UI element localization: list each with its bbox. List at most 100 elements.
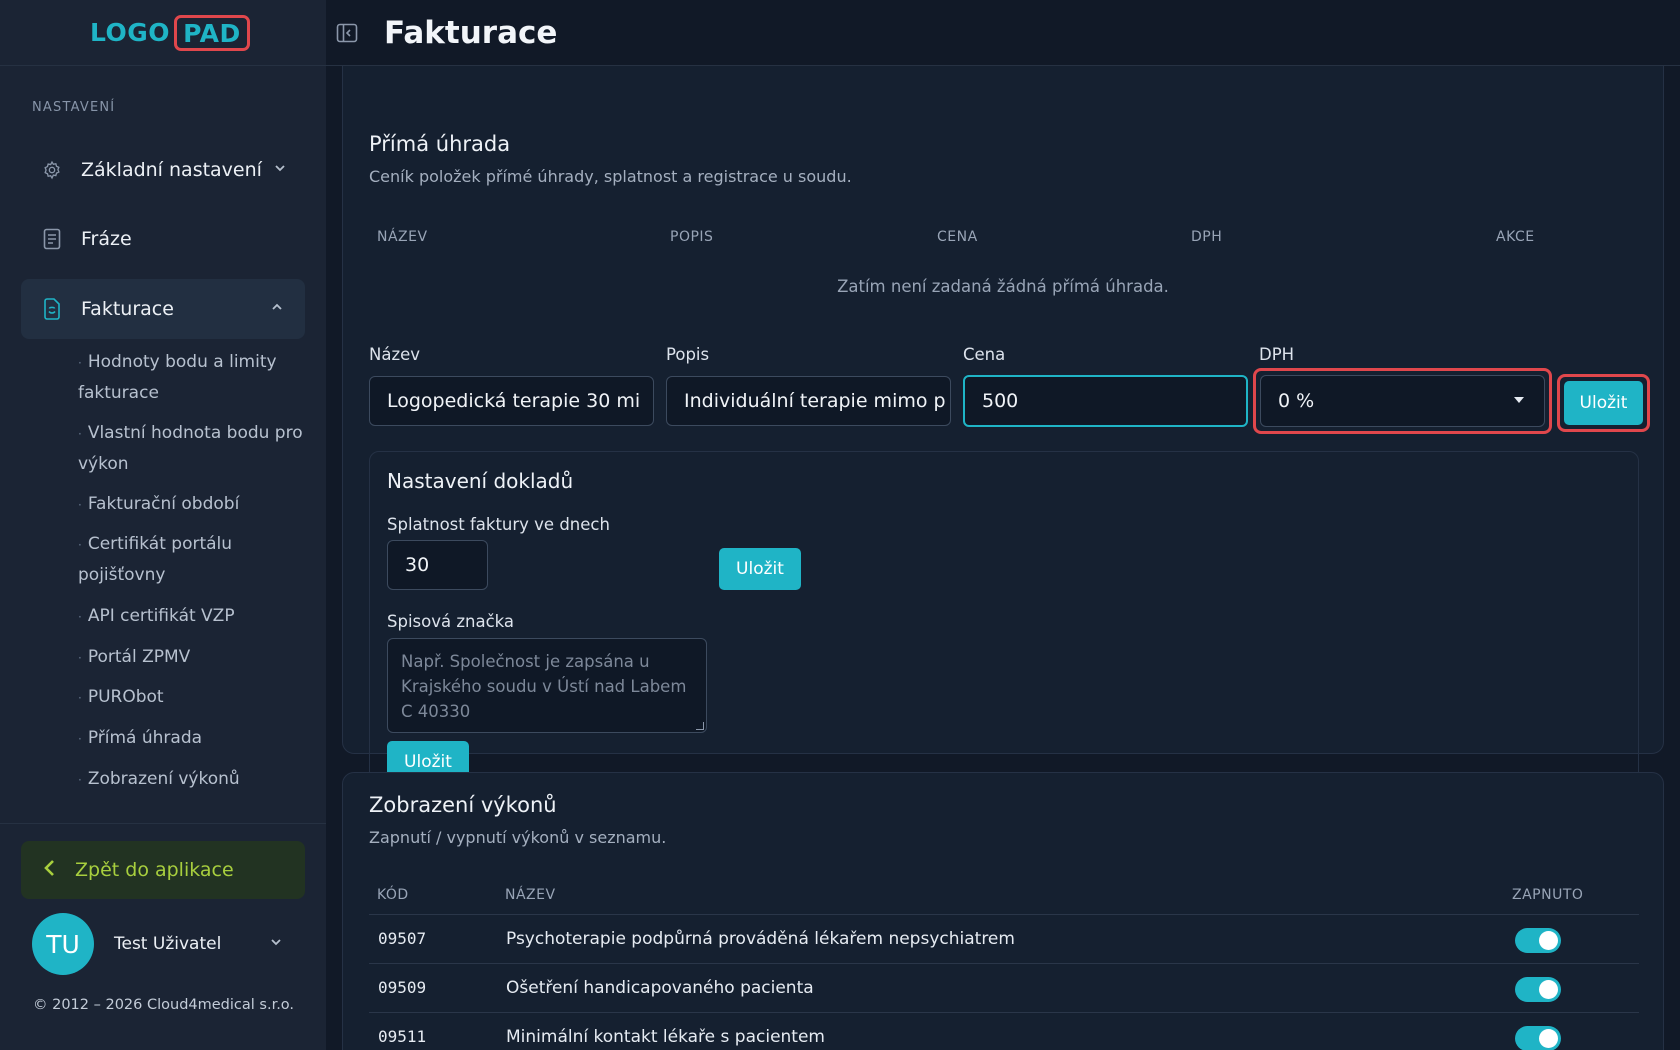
row-name: Minimální kontakt lékaře s pacientem — [506, 1027, 825, 1047]
chevron-left-icon — [43, 858, 55, 883]
sidebar-item-zakladni-nastaveni[interactable]: Základní nastavení — [21, 140, 305, 200]
sidebar-subitem-fakturacni-obdobi[interactable]: · Fakturační období — [78, 489, 308, 520]
description-label: Popis — [666, 345, 710, 364]
court-registration-textarea[interactable]: Např. Společnost je zapsána u Krajského … — [387, 638, 707, 733]
bullet-dot: · — [78, 651, 82, 665]
page-title: Fakturace — [384, 14, 558, 51]
main-content: Přímá úhrada Ceník položek přímé úhrady,… — [326, 66, 1680, 1050]
column-header-nazev: NÁZEV — [505, 887, 556, 903]
row-name: Ošetření handicapovaného pacienta — [506, 978, 814, 998]
chevron-down-icon — [270, 936, 282, 952]
table-row: 09509 Ošetření handicapovaného pacienta — [369, 963, 1639, 1012]
bullet-dot: · — [78, 356, 82, 370]
sidebar-collapse-icon[interactable] — [336, 22, 358, 44]
row-code: 09507 — [378, 929, 427, 948]
sidebar-item-fraze[interactable]: Fráze — [21, 209, 305, 269]
sidebar-subitem-hodnoty-bodu[interactable]: · Hodnoty bodu a limity fakturace — [78, 347, 308, 408]
copyright: © 2012 – 2026 Cloud4medical s.r.o. — [33, 997, 295, 1013]
caret-down-icon — [1514, 397, 1524, 403]
bullet-dot: · — [78, 498, 82, 512]
name-label: Název — [369, 345, 421, 364]
due-days-input[interactable]: 30 — [387, 540, 488, 590]
toggle-knob — [1539, 1029, 1558, 1048]
vat-select-value: 0 % — [1278, 390, 1315, 412]
due-days-save-button[interactable]: Uložit — [719, 548, 801, 590]
sidebar-item-fakturace[interactable]: Fakturace — [21, 279, 305, 339]
resize-handle-icon[interactable] — [696, 722, 704, 730]
toggle-knob — [1539, 931, 1558, 950]
description-input[interactable]: Individuální terapie mimo p — [666, 376, 951, 426]
sidebar-subitem-prima-uhrada[interactable]: · Přímá úhrada — [78, 723, 308, 754]
doklady-settings-panel: Nastavení dokladů Splatnost faktury ve d… — [369, 451, 1639, 800]
invoice-icon — [41, 298, 63, 320]
back-to-app-button[interactable]: Zpět do aplikace — [21, 841, 305, 899]
table-row: 09511 Minimální kontakt lékaře s pacient… — [369, 1012, 1639, 1050]
vat-label: DPH — [1259, 345, 1295, 364]
sidebar-subitem-certifikat[interactable]: · Certifikát portálu pojišťovny — [78, 529, 308, 590]
avatar: TU — [32, 913, 94, 975]
gear-icon — [41, 159, 63, 181]
row-code: 09511 — [378, 1027, 427, 1046]
sidebar-subitem-vlastni-hodnota[interactable]: · Vlastní hodnota bodu pro výkon — [78, 418, 308, 479]
sidebar-subitem-label: PURObot — [87, 687, 164, 707]
sidebar: LOGO PAD NASTAVENÍ Základní nastavení Fr… — [0, 0, 326, 1050]
enabled-toggle[interactable] — [1515, 928, 1561, 953]
sidebar-subitem-zobrazeni-vykonu[interactable]: · Zobrazení výkonů — [78, 764, 308, 795]
sidebar-subitem-api-vzp[interactable]: · API certifikát VZP — [78, 601, 308, 632]
column-header-cena: CENA — [937, 229, 978, 245]
sidebar-subitem-label: Zobrazení výkonů — [87, 769, 240, 789]
enabled-toggle[interactable] — [1515, 1026, 1561, 1050]
price-label: Cena — [963, 345, 1006, 364]
prima-uhrada-subtitle: Ceník položek přímé úhrady, splatnost a … — [369, 167, 852, 186]
column-header-dph: DPH — [1191, 229, 1223, 245]
bullet-dot: · — [78, 691, 82, 705]
logo[interactable]: LOGO PAD — [90, 14, 250, 51]
doklady-title: Nastavení dokladů — [387, 469, 574, 493]
column-header-nazev: NÁZEV — [377, 229, 428, 245]
chevron-down-icon — [274, 162, 286, 178]
column-header-popis: POPIS — [670, 229, 714, 245]
sidebar-subitem-label: Certifikát portálu pojišťovny — [78, 534, 233, 585]
sidebar-subitem-label: Portál ZPMV — [87, 647, 191, 667]
bullet-dot: · — [78, 538, 82, 552]
logo-text-logo: LOGO — [90, 18, 171, 47]
bullet-dot: · — [78, 427, 82, 441]
add-item-save-button[interactable]: Uložit — [1564, 381, 1643, 425]
toggle-knob — [1539, 980, 1558, 999]
sidebar-subitem-label: Přímá úhrada — [87, 728, 203, 748]
chevron-up-icon — [271, 301, 283, 317]
prima-uhrada-card: Přímá úhrada Ceník položek přímé úhrady,… — [342, 66, 1664, 800]
vykony-title: Zobrazení výkonů — [369, 793, 557, 817]
name-input[interactable]: Logopedická terapie 30 mi — [369, 376, 654, 426]
sidebar-subitem-label: Vlastní hodnota bodu pro výkon — [78, 423, 303, 474]
price-input[interactable]: 500 — [963, 375, 1248, 427]
court-registration-label: Spisová značka — [387, 612, 515, 631]
sidebar-item-label: Fakturace — [81, 298, 174, 320]
top-bar: Fakturace — [326, 0, 1680, 66]
sidebar-item-label: Základní nastavení — [81, 159, 262, 181]
sidebar-divider — [0, 823, 326, 824]
sidebar-subitem-portal-zpmv[interactable]: · Portál ZPMV — [78, 642, 308, 673]
table-row: 09507 Psychoterapie podpůrná prováděná l… — [369, 914, 1639, 963]
sidebar-section-label: NASTAVENÍ — [32, 100, 116, 115]
bullet-dot: · — [78, 773, 82, 787]
column-header-akce: AKCE — [1496, 229, 1535, 245]
empty-state-text: Zatím není zadaná žádná přímá úhrada. — [837, 277, 1169, 296]
due-days-label: Splatnost faktury ve dnech — [387, 515, 610, 534]
sidebar-subitem-purobot[interactable]: · PURObot — [78, 682, 308, 713]
bullet-dot: · — [78, 732, 82, 746]
back-to-app-label: Zpět do aplikace — [75, 859, 234, 881]
vykony-subtitle: Zapnutí / vypnutí výkonů v seznamu. — [369, 828, 667, 847]
row-code: 09509 — [378, 978, 427, 997]
logo-area: LOGO PAD — [0, 0, 326, 66]
sidebar-subitem-label: Hodnoty bodu a limity fakturace — [78, 352, 277, 403]
vat-select[interactable]: 0 % — [1260, 375, 1545, 427]
sidebar-subitem-label: Fakturační období — [87, 494, 240, 514]
enabled-toggle[interactable] — [1515, 977, 1561, 1002]
sidebar-subitem-label: API certifikát VZP — [87, 606, 235, 626]
document-icon — [41, 228, 63, 250]
user-menu[interactable]: TU Test Uživatel — [32, 912, 302, 976]
column-header-kod: KÓD — [377, 887, 409, 903]
column-header-zapnuto: ZAPNUTO — [1512, 887, 1584, 903]
sidebar-item-label: Fráze — [81, 228, 132, 250]
